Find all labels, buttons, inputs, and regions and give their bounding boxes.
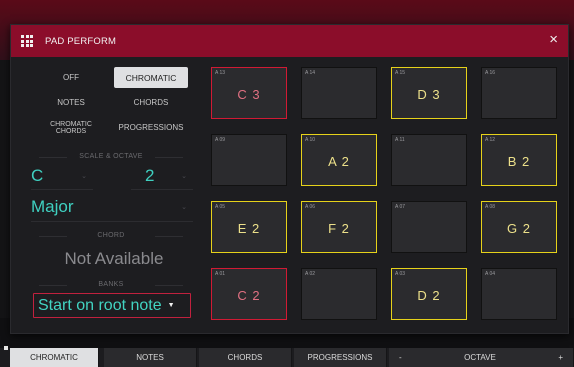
pad[interactable]: A 13 C 3 [211,67,287,119]
bottom-tab-bar: CHROMATIC NOTES CHORDS PROGRESSIONS - OC… [0,348,574,367]
tab-chromatic[interactable]: CHROMATIC [10,348,99,367]
pad-id: A 05 [215,204,226,210]
pad-note: C 2 [237,288,261,303]
octave-plus-button[interactable]: + [558,353,563,362]
pad[interactable]: A 07 [391,201,467,253]
octave-value: 2 [145,166,155,185]
root-underline [31,189,93,190]
pad[interactable]: A 03 D 2 [391,268,467,320]
close-icon[interactable]: × [549,32,558,48]
pad-id: A 03 [395,271,406,277]
chevron-down-icon: ⌄ [81,173,87,180]
chord-value: Not Available [64,249,164,268]
pad-note: F 2 [328,221,350,236]
pad-note: G 2 [507,221,531,236]
octave-underline [131,189,193,190]
pad[interactable]: A 12 B 2 [481,134,557,186]
pad-id: A 14 [305,70,316,76]
chevron-down-icon: ⌄ [181,173,187,180]
pad[interactable]: A 01 C 2 [211,268,287,320]
pad-note: B 2 [507,154,531,169]
caret-down-icon: ▼ [167,302,175,309]
settings-panel: OFF CHROMATIC NOTES CHORDS CHROMATIC CHO… [31,65,201,327]
banks-select[interactable]: Start on root note ▼ [33,293,191,318]
pad-id: A 07 [395,204,406,210]
pad[interactable]: A 08 G 2 [481,201,557,253]
pad-id: A 09 [215,137,226,143]
pad[interactable]: A 05 E 2 [211,201,287,253]
mode-chromatic-chords-button[interactable]: CHROMATIC CHORDS [50,115,92,140]
pad-note: C 3 [237,87,261,102]
pad[interactable]: A 14 [301,67,377,119]
tab-notes[interactable]: NOTES [104,348,197,367]
scale-underline [31,221,193,222]
pad-perform-dialog: PAD PERFORM × OFF CHROMATIC NOTES CHORDS… [10,24,569,334]
tab-progressions[interactable]: PROGRESSIONS [294,348,387,367]
root-note-value: C [31,166,44,185]
mode-selector: OFF CHROMATIC NOTES CHORDS CHROMATIC CHO… [31,65,191,141]
dialog-titlebar: PAD PERFORM × [11,25,568,57]
pad-id: A 11 [395,137,405,143]
chord-label: CHORD [31,232,191,239]
pad-grid-icon [21,35,33,47]
pad[interactable]: A 15 D 3 [391,67,467,119]
pad[interactable]: A 10 A 2 [301,134,377,186]
pad-grid: A 13 C 3 A 14 A 15 D 3 A 16 A 09 A 10 A 2 A 11 A 1… [211,67,557,329]
pad[interactable]: A 09 [211,134,287,186]
pad-id: A 13 [215,70,226,76]
pad-note: A 2 [328,154,350,169]
octave-minus-button[interactable]: - [399,353,402,362]
pad-id: A 15 [395,70,406,76]
pad[interactable]: A 04 [481,268,557,320]
pad-id: A 10 [305,137,316,143]
scale-select[interactable]: Major ⌄ [31,195,191,219]
pad-id: A 16 [485,70,496,76]
mode-chords-button[interactable]: CHORDS [111,90,191,115]
banks-label: BANKS [31,281,191,288]
dialog-title: PAD PERFORM [45,35,117,47]
chevron-down-icon: ⌄ [181,204,187,211]
octave-select[interactable]: 2 ⌄ [131,164,191,188]
mode-off-button[interactable]: OFF [31,65,111,90]
pad-note: D 2 [417,288,441,303]
pad-id: A 06 [305,204,316,210]
mode-notes-button[interactable]: NOTES [31,90,111,115]
scale-value: Major [31,197,74,216]
pad-note: D 3 [417,87,441,102]
octave-label: OCTAVE [464,353,496,362]
root-note-select[interactable]: C ⌄ [31,164,91,188]
banks-value: Start on root note [38,296,162,314]
pad-id: A 01 [215,271,226,277]
corner-indicator [4,346,8,350]
pad-id: A 04 [485,271,496,277]
pad-id: A 08 [485,204,496,210]
pad-note: E 2 [237,221,261,236]
mode-chromatic-button[interactable]: CHROMATIC [114,67,188,88]
pad[interactable]: A 06 F 2 [301,201,377,253]
tab-chords[interactable]: CHORDS [199,348,292,367]
pad[interactable]: A 16 [481,67,557,119]
pad-id: A 12 [485,137,496,143]
pad[interactable]: A 02 [301,268,377,320]
octave-control: - OCTAVE + [389,348,574,367]
scale-octave-label: SCALE & OCTAVE [31,153,191,160]
pad[interactable]: A 11 [391,134,467,186]
pad-id: A 02 [305,271,316,277]
mode-progressions-button[interactable]: PROGRESSIONS [111,115,191,140]
